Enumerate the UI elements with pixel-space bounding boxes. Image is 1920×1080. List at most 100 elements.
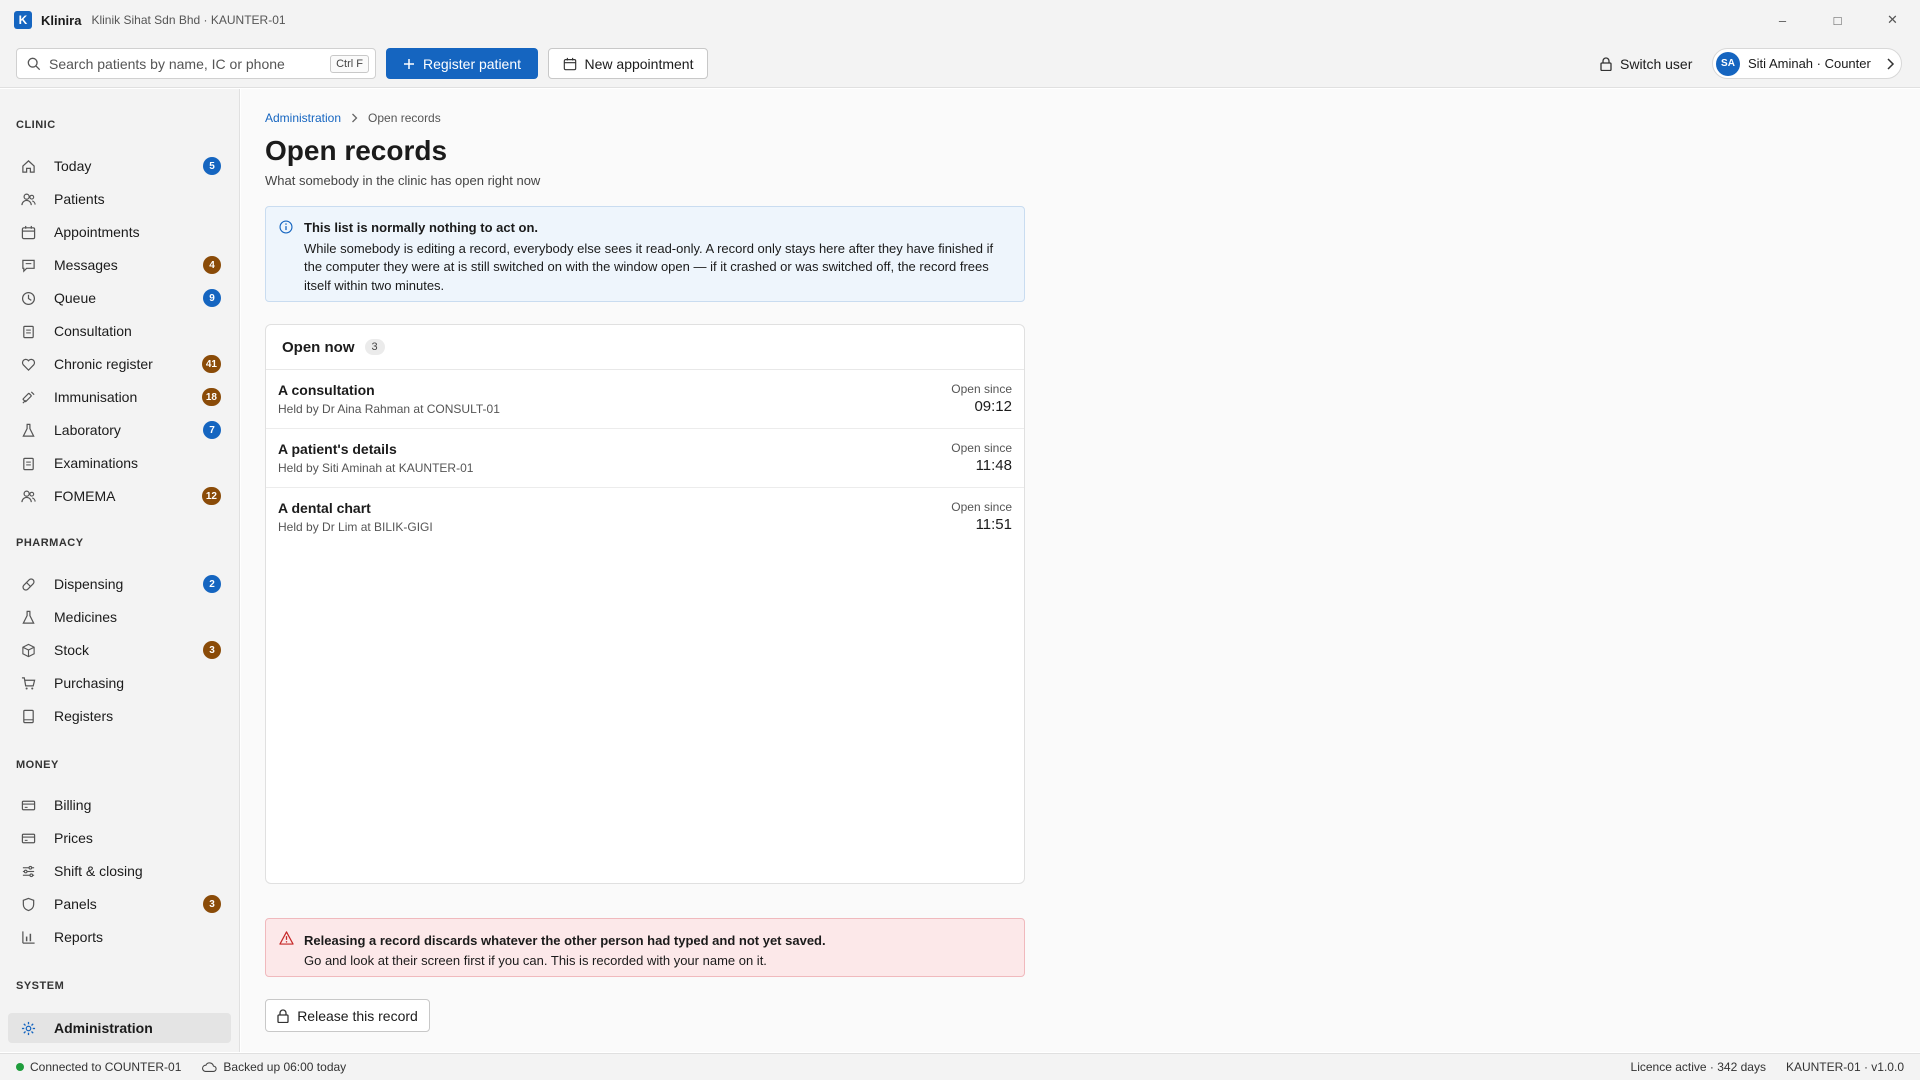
search-input[interactable] — [49, 55, 331, 72]
sidebar-item-label: Consultation — [54, 323, 132, 339]
sidebar-item-immunisation[interactable]: Immunisation 18 — [8, 382, 231, 412]
heart-icon — [20, 356, 36, 372]
card-icon — [20, 797, 36, 813]
sidebar-item-dispensing[interactable]: Dispensing 2 — [8, 569, 231, 599]
close-button[interactable]: ✕ — [1865, 0, 1920, 40]
record-title: A consultation — [278, 382, 375, 398]
record-since-label: Open since — [951, 382, 1012, 396]
cart-icon — [20, 675, 36, 691]
info-body: While somebody is editing a record, ever… — [304, 240, 994, 293]
sidebar-item-registers[interactable]: Registers — [8, 701, 231, 731]
flask-icon — [20, 422, 36, 438]
sidebar-item-label: Reports — [54, 929, 104, 945]
sidebar-item-purchasing[interactable]: Purchasing — [8, 668, 231, 698]
maximize-button[interactable]: □ — [1810, 0, 1865, 40]
user-name: Siti Aminah · Counter — [1748, 56, 1871, 71]
online-indicator — [16, 1063, 24, 1071]
count-badge: 18 — [201, 388, 221, 406]
sidebar-item-label: Examinations — [54, 455, 139, 471]
record-row[interactable]: A dental chart Held by Dr Lim at BILIK-G… — [266, 488, 1024, 547]
search-shortcut: Ctrl F — [330, 54, 369, 73]
new-appointment-button[interactable]: New appointment — [548, 48, 708, 79]
sidebar-item-label: Immunisation — [54, 389, 138, 405]
sliders-icon — [20, 863, 36, 879]
record-since: Open since 11:48 — [951, 441, 1012, 474]
sidebar-item-label: Stock — [54, 642, 90, 658]
record-title: A patient's details — [278, 441, 397, 457]
sidebar-item-panels[interactable]: Panels 3 — [8, 889, 231, 919]
sidebar-item-label: Appointments — [54, 224, 140, 240]
sidebar-item-stock[interactable]: Stock 3 — [8, 635, 231, 665]
shield-icon — [20, 896, 36, 912]
sidebar-item-examinations[interactable]: Examinations — [8, 448, 231, 478]
sidebar: CLINIC Today 5 Patients Appointments Mes… — [0, 89, 240, 1052]
card-icon — [20, 830, 36, 846]
count-badge: 3 — [364, 339, 385, 355]
sidebar-item-today[interactable]: Today 5 — [8, 151, 231, 181]
calendar-icon — [563, 57, 576, 70]
home-icon — [20, 158, 36, 174]
sidebar-item-label: Queue — [54, 290, 97, 306]
sidebar-item-label: Medicines — [54, 609, 118, 625]
book-icon — [20, 708, 36, 724]
minimize-button[interactable]: – — [1755, 0, 1810, 40]
lock-icon — [1600, 56, 1612, 71]
sidebar-item-laboratory[interactable]: Laboratory 7 — [8, 415, 231, 445]
sidebar-item-label: FOMEMA — [54, 488, 116, 504]
switch-user-button[interactable]: Switch user — [1594, 48, 1698, 79]
sidebar-item-label: Prices — [54, 830, 93, 846]
breadcrumb-administration[interactable]: Administration — [265, 111, 341, 125]
sidebar-item-reports[interactable]: Reports — [8, 922, 231, 952]
count-badge: 3 — [203, 895, 221, 913]
sidebar-item-label: Laboratory — [54, 422, 121, 438]
pill-icon — [20, 576, 36, 592]
bar-chart-icon — [20, 929, 36, 945]
record-time: 09:12 — [974, 398, 1012, 415]
record-held-by: Held by Dr Lim at BILIK-GIGI — [278, 520, 433, 534]
app-context: Klinik Sihat Sdn Bhd · KAUNTER-01 — [91, 13, 286, 27]
sidebar-item-chronic-register[interactable]: Chronic register 41 — [8, 349, 231, 379]
record-held-by: Held by Siti Aminah at KAUNTER-01 — [278, 461, 474, 475]
count-badge: 12 — [201, 487, 221, 505]
cloud-icon — [202, 1062, 217, 1072]
record-since-label: Open since — [951, 500, 1012, 514]
sidebar-item-messages[interactable]: Messages 4 — [8, 250, 231, 280]
search-box[interactable]: Ctrl F — [16, 48, 376, 79]
info-icon — [279, 220, 293, 234]
card-title: Open now — [282, 338, 355, 356]
app-logo: K — [14, 11, 32, 29]
sidebar-item-fomema[interactable]: FOMEMA 12 — [8, 481, 231, 511]
sidebar-item-label: Registers — [54, 708, 114, 724]
sidebar-item-patients[interactable]: Patients — [8, 184, 231, 214]
sidebar-item-consultation[interactable]: Consultation — [8, 316, 231, 346]
breadcrumb: Administration Open records — [265, 111, 441, 125]
syringe-icon — [20, 389, 36, 405]
release-record-button[interactable]: Release this record — [265, 999, 430, 1032]
sidebar-item-label: Panels — [54, 896, 97, 912]
record-row[interactable]: A consultation Held by Dr Aina Rahman at… — [266, 370, 1024, 429]
connection-status: Connected to COUNTER-01 — [16, 1060, 181, 1074]
backup-label: Backed up 06:00 today — [223, 1060, 347, 1074]
status-bar: Connected to COUNTER-01 Backed up 06:00 … — [0, 1053, 1920, 1080]
sidebar-item-label: Dispensing — [54, 576, 124, 592]
chevron-right-icon — [352, 113, 358, 123]
count-badge: 4 — [203, 256, 221, 274]
gear-icon — [20, 1020, 36, 1036]
sidebar-item-billing[interactable]: Billing — [8, 790, 231, 820]
version-label: KAUNTER-01 · v1.0.0 — [1785, 1060, 1904, 1074]
sidebar-item-administration[interactable]: Administration — [8, 1013, 231, 1043]
section-clinic: CLINIC — [16, 119, 56, 131]
search-icon — [27, 57, 41, 70]
page-subtitle: What somebody in the clinic has open rig… — [265, 173, 541, 188]
sidebar-item-shift-closing[interactable]: Shift & closing — [8, 856, 231, 886]
record-row[interactable]: A patient's details Held by Siti Aminah … — [266, 429, 1024, 488]
register-patient-button[interactable]: Register patient — [386, 48, 538, 79]
box-icon — [20, 642, 36, 658]
sidebar-item-medicines[interactable]: Medicines — [8, 602, 231, 632]
sidebar-item-label: Purchasing — [54, 675, 125, 691]
sidebar-item-appointments[interactable]: Appointments — [8, 217, 231, 247]
user-menu[interactable]: SA Siti Aminah · Counter — [1712, 48, 1902, 79]
info-notice: This list is normally nothing to act on.… — [265, 206, 1025, 302]
sidebar-item-prices[interactable]: Prices — [8, 823, 231, 853]
sidebar-item-queue[interactable]: Queue 9 — [8, 283, 231, 313]
